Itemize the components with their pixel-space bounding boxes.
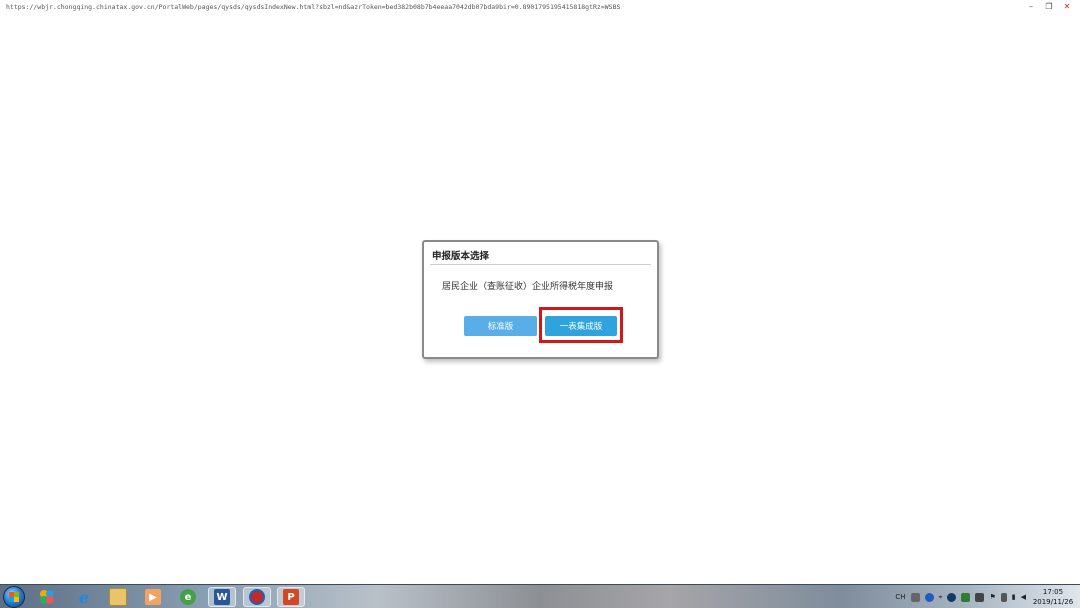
network-globe-icon[interactable] [947, 592, 957, 602]
system-clock[interactable]: 17:05 2019/11/26 [1030, 587, 1076, 607]
minimize-icon[interactable]: – [1026, 1, 1036, 13]
flag-icon[interactable]: ⚑ [989, 593, 995, 601]
dialog-message: 居民企业（查账征收）企业所得税年度申报 [442, 282, 614, 292]
media-player-icon[interactable]: ▶ [139, 587, 167, 607]
taskbar: e ▶ e W P CH ⌖ ⚑ ▮ ◀ 17:05 2019/11/26 [0, 584, 1080, 608]
pin-icon[interactable]: ⌖ [939, 593, 943, 602]
close-icon[interactable]: ✕ [1062, 1, 1072, 13]
tax-client-icon[interactable] [243, 587, 271, 607]
system-tray: CH ⌖ ⚑ ▮ ◀ [895, 590, 1026, 604]
window-controls: – ❐ ✕ [1026, 1, 1072, 13]
keyboard-icon[interactable] [910, 592, 920, 602]
version-select-dialog: 申报版本选择 居民企业（查账征收）企业所得税年度申报 标准版 一表集成版 [422, 240, 659, 359]
internet-explorer-icon[interactable]: e [70, 587, 98, 607]
language-indicator[interactable]: CH [895, 593, 905, 601]
help-icon[interactable] [924, 592, 934, 602]
dialog-title: 申报版本选择 [432, 251, 490, 262]
standard-version-button[interactable]: 标准版 [464, 316, 537, 336]
printer-icon[interactable] [975, 592, 985, 602]
shield-icon[interactable] [961, 592, 971, 602]
browser-green-icon[interactable]: e [174, 587, 202, 607]
one-table-version-button[interactable]: 一表集成版 [545, 316, 617, 336]
windows-start-icon[interactable] [3, 586, 25, 608]
signal-icon[interactable]: ▮ [1012, 593, 1016, 601]
file-explorer-icon[interactable] [104, 587, 132, 607]
restore-icon[interactable]: ❐ [1044, 1, 1054, 13]
battery-icon[interactable] [1000, 592, 1007, 602]
pinwheel-icon[interactable] [33, 587, 61, 607]
address-bar[interactable]: https://wbjr.chongqing.chinatax.gov.cn/P… [0, 0, 1080, 14]
dialog-divider [430, 264, 651, 265]
volume-icon[interactable]: ◀ [1021, 593, 1026, 601]
clock-time: 17:05 [1042, 588, 1064, 596]
powerpoint-icon[interactable]: P [277, 587, 305, 607]
clock-date: 2019/11/26 [1032, 598, 1074, 606]
word-icon[interactable]: W [208, 587, 236, 607]
